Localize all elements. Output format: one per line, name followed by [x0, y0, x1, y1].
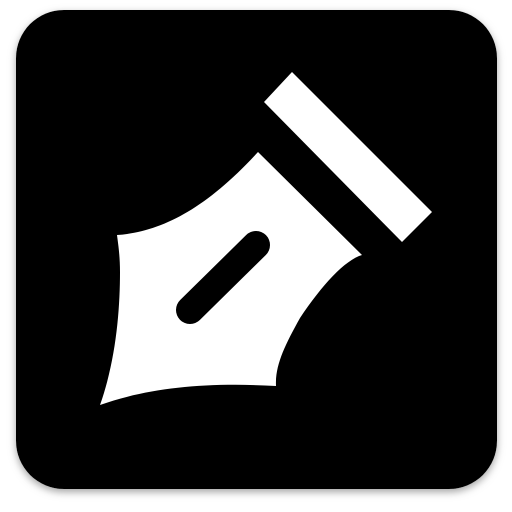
- app-icon-canvas: [0, 0, 512, 512]
- fountain-pen-nib-icon: [16, 10, 497, 489]
- app-icon: [0, 0, 512, 512]
